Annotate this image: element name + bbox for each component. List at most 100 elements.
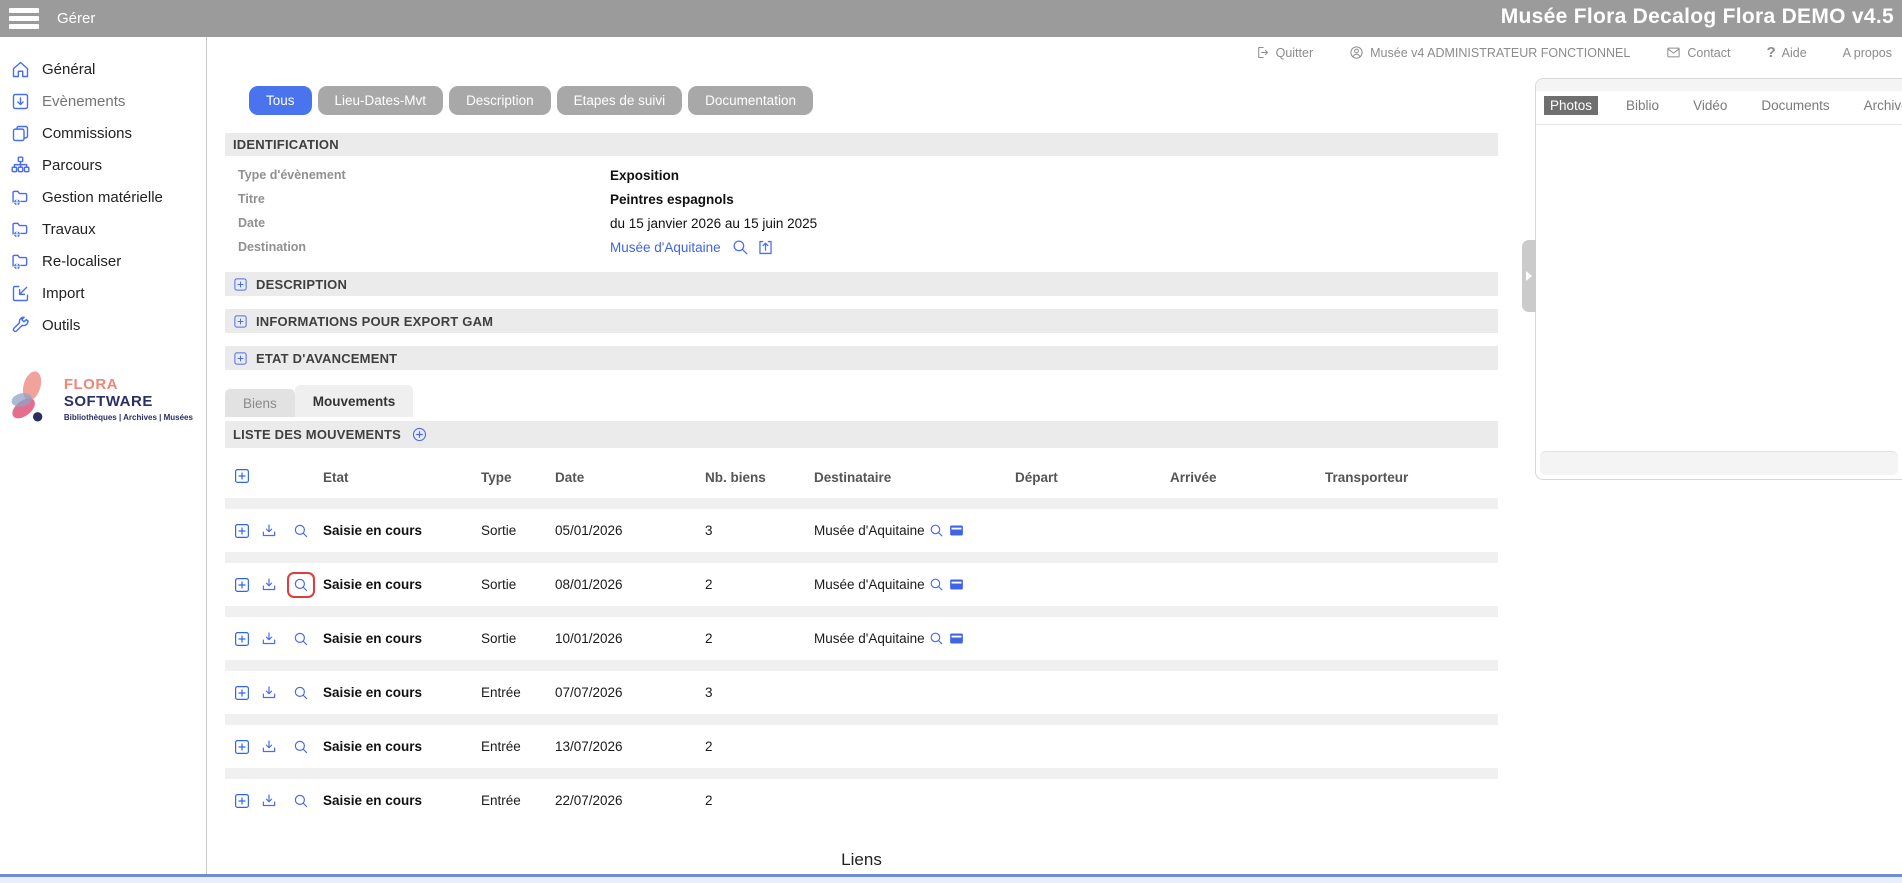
panel-collapse-handle[interactable] xyxy=(1522,240,1536,312)
media-tab-documents[interactable]: Documents xyxy=(1755,96,1835,115)
row-nb-biens: 3 xyxy=(705,685,814,700)
search-icon[interactable] xyxy=(292,792,310,810)
sidebar-item-relocaliser[interactable]: Re-localiser xyxy=(0,245,206,277)
sitemap-icon xyxy=(10,155,31,176)
media-tab-archives[interactable]: Archives xyxy=(1858,96,1902,115)
card-icon[interactable] xyxy=(948,576,965,593)
plus-square-icon[interactable] xyxy=(233,314,248,329)
import-tray-icon[interactable] xyxy=(260,792,278,810)
media-tab-photos[interactable]: Photos xyxy=(1544,96,1598,115)
plus-square-icon[interactable] xyxy=(233,277,248,292)
plus-square-icon[interactable] xyxy=(233,630,251,648)
section-informations-export-gam[interactable]: INFORMATIONS POUR EXPORT GAM xyxy=(225,309,1498,333)
search-highlight-frame xyxy=(287,518,315,544)
plus-square-icon[interactable] xyxy=(233,792,251,810)
search-highlight-frame xyxy=(287,572,315,598)
row-date: 05/01/2026 xyxy=(555,523,705,538)
contact-button[interactable]: Contact xyxy=(1666,45,1730,60)
row-separator xyxy=(225,552,1498,563)
search-icon[interactable] xyxy=(292,738,310,756)
biens-mouvements-tabs: Biens Mouvements xyxy=(225,385,1498,417)
collapse-arrow-icon xyxy=(1526,271,1532,281)
sidebar-item-general[interactable]: Général xyxy=(0,53,206,85)
movement-row-block: Saisie en cours Entrée 13/07/2026 2 xyxy=(225,714,1498,768)
tab-etapes-de-suivi[interactable]: Etapes de suivi xyxy=(557,86,683,115)
subtab-mouvements[interactable]: Mouvements xyxy=(295,385,414,417)
quit-button[interactable]: Quitter xyxy=(1255,45,1314,60)
question-icon: ? xyxy=(1766,44,1775,61)
row-type: Sortie xyxy=(481,631,555,646)
sidebar-item-travaux[interactable]: Travaux xyxy=(0,213,206,245)
hamburger-menu-icon[interactable] xyxy=(9,8,39,29)
destination-link[interactable]: Musée d'Aquitaine xyxy=(610,240,721,255)
row-type: Entrée xyxy=(481,739,555,754)
plus-square-icon[interactable] xyxy=(233,576,251,594)
tab-lieu-dates-mvt[interactable]: Lieu-Dates-Mvt xyxy=(318,86,444,115)
movement-row-block: Saisie en cours Sortie 05/01/2026 3 Musé… xyxy=(225,498,1498,552)
search-icon[interactable] xyxy=(928,630,945,647)
folders-icon xyxy=(10,123,31,144)
section-etat-avancement[interactable]: ETAT D'AVANCEMENT xyxy=(225,346,1498,370)
search-icon[interactable] xyxy=(731,238,750,257)
sidebar-item-parcours[interactable]: Parcours xyxy=(0,149,206,181)
card-icon[interactable] xyxy=(948,522,965,539)
tab-tous[interactable]: Tous xyxy=(249,86,312,115)
table-row: Saisie en cours Sortie 05/01/2026 3 Musé… xyxy=(225,509,1498,552)
sidebar-item-evenements[interactable]: Evènements xyxy=(0,85,206,117)
circled-plus-icon[interactable] xyxy=(411,426,428,443)
open-record-icon[interactable] xyxy=(756,238,775,257)
card-icon[interactable] xyxy=(948,630,965,647)
sidebar-item-import[interactable]: Import xyxy=(0,277,206,309)
folder-globe-icon xyxy=(10,219,31,240)
help-button[interactable]: ? Aide xyxy=(1766,44,1806,61)
row-destinataire: Musée d'Aquitaine xyxy=(814,631,925,646)
col-etat: Etat xyxy=(323,470,481,485)
identification-header: IDENTIFICATION xyxy=(225,133,1498,156)
search-icon[interactable] xyxy=(292,576,310,594)
about-button[interactable]: A propos xyxy=(1843,46,1892,60)
plus-square-icon[interactable] xyxy=(233,522,251,540)
sidebar-item-outils[interactable]: Outils xyxy=(0,309,206,341)
table-row: Saisie en cours Entrée 07/07/2026 3 xyxy=(225,671,1498,714)
search-icon[interactable] xyxy=(928,576,945,593)
movements-table-body: Saisie en cours Sortie 05/01/2026 3 Musé… xyxy=(225,498,1498,822)
plus-square-icon[interactable] xyxy=(233,738,251,756)
plus-square-icon[interactable] xyxy=(233,684,251,702)
section-description[interactable]: DESCRIPTION xyxy=(225,272,1498,296)
plus-square-icon[interactable] xyxy=(233,467,251,485)
subtab-biens[interactable]: Biens xyxy=(225,389,295,417)
col-date: Date xyxy=(555,470,705,485)
media-tabs: Photos Biblio Vidéo Documents Archives xyxy=(1536,91,1902,125)
import-tray-icon[interactable] xyxy=(260,576,278,594)
import-tray-icon[interactable] xyxy=(260,738,278,756)
media-tab-video[interactable]: Vidéo xyxy=(1687,96,1733,115)
user-account[interactable]: Musée v4 ADMINISTRATEUR FONCTIONNEL xyxy=(1349,45,1630,60)
tab-documentation[interactable]: Documentation xyxy=(688,86,813,115)
import-tray-icon[interactable] xyxy=(260,684,278,702)
sidebar-item-gestion-materielle[interactable]: Gestion matérielle xyxy=(0,181,206,213)
row-nb-biens: 3 xyxy=(705,523,814,538)
search-icon[interactable] xyxy=(928,522,945,539)
media-tab-biblio[interactable]: Biblio xyxy=(1620,96,1665,115)
movement-row-block: Saisie en cours Entrée 07/07/2026 3 xyxy=(225,660,1498,714)
search-icon[interactable] xyxy=(292,684,310,702)
logo-tagline: Bibliothèques | Archives | Musées xyxy=(64,413,206,422)
row-nb-biens: 2 xyxy=(705,577,814,592)
col-depart: Départ xyxy=(1015,470,1170,485)
col-destinataire: Destinataire xyxy=(814,470,1015,485)
sidebar-item-commissions[interactable]: Commissions xyxy=(0,117,206,149)
tab-description[interactable]: Description xyxy=(449,86,551,115)
plus-square-icon[interactable] xyxy=(233,351,248,366)
search-icon[interactable] xyxy=(292,630,310,648)
menu-label: Gérer xyxy=(57,10,95,27)
movement-row-block: Saisie en cours Sortie 08/01/2026 2 Musé… xyxy=(225,552,1498,606)
field-date: Date du 15 janvier 2026 au 15 juin 2025 xyxy=(225,211,1498,235)
row-date: 08/01/2026 xyxy=(555,577,705,592)
row-type: Entrée xyxy=(481,793,555,808)
row-type: Sortie xyxy=(481,523,555,538)
search-icon[interactable] xyxy=(292,522,310,540)
import-tray-icon[interactable] xyxy=(260,522,278,540)
row-type: Entrée xyxy=(481,685,555,700)
row-etat: Saisie en cours xyxy=(323,577,481,592)
import-tray-icon[interactable] xyxy=(260,630,278,648)
